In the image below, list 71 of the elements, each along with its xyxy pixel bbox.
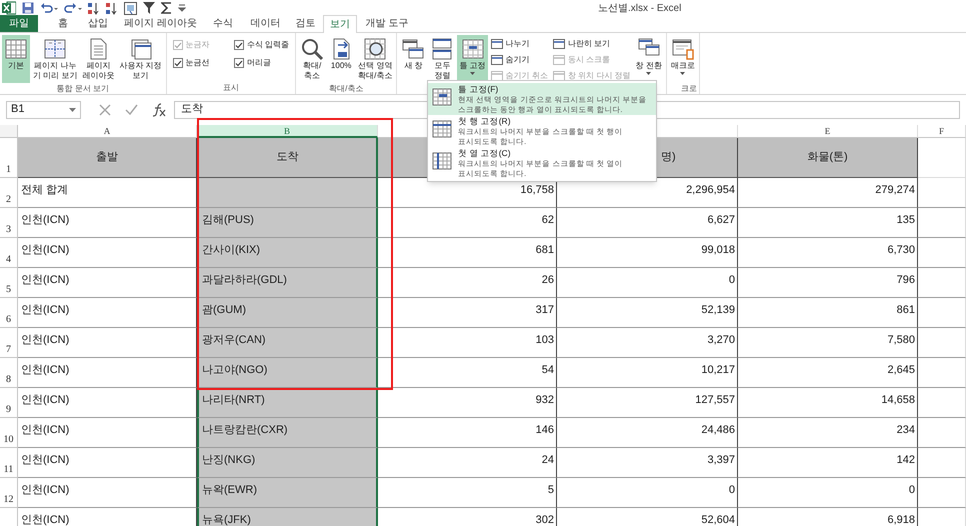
table-cell: 62 <box>378 208 557 238</box>
table-cell: 괌(GUM) <box>197 298 378 328</box>
header-cell: 출발 <box>18 138 197 178</box>
formula-text: 도착 <box>181 102 203 118</box>
table-cell: 나리타(NRT) <box>197 388 378 418</box>
table-cell: 861 <box>738 298 918 328</box>
table-cell: 24,486 <box>557 418 738 448</box>
table-cell: 103 <box>378 328 557 358</box>
table-cell: 2,645 <box>738 358 918 388</box>
table-cell: 김해(PUS) <box>197 208 378 238</box>
table-cell: 6,730 <box>738 238 918 268</box>
table-cell: 24 <box>378 448 557 478</box>
table-cell: 279,274 <box>738 178 918 208</box>
table-cell: 234 <box>738 418 918 448</box>
table-cell: 나트랑캄란(CXR) <box>197 418 378 448</box>
table-cell: 52,139 <box>557 298 738 328</box>
table-cell: 광저우(CAN) <box>197 328 378 358</box>
group-label: 크로 <box>680 84 697 93</box>
header-cell: 도착 <box>197 138 378 178</box>
table-cell: 0 <box>557 478 738 508</box>
table-cell: 인천(ICN) <box>18 358 197 388</box>
table-cell: 26 <box>378 268 557 298</box>
table-cell: 54 <box>378 358 557 388</box>
table-cell: 인천(ICN) <box>18 268 197 298</box>
table-cell: 인천(ICN) <box>18 238 197 268</box>
table-cell: 932 <box>378 388 557 418</box>
table-cell: 7,580 <box>738 328 918 358</box>
header-cell: 화물(톤) <box>738 138 918 178</box>
group-label: 확대/축소 <box>329 84 364 93</box>
table-cell: 뉴욕(JFK) <box>197 508 378 526</box>
table-cell: 10,217 <box>557 358 738 388</box>
table-cell: 인천(ICN) <box>18 418 197 448</box>
table-cell: 인천(ICN) <box>18 208 197 238</box>
table-cell: 2,296,954 <box>557 178 738 208</box>
menu-item-title: 첫 행 고정(R) <box>458 116 512 127</box>
table-cell: 인천(ICN) <box>18 478 197 508</box>
table-cell: 317 <box>378 298 557 328</box>
menu-item-title: 첫 열 고정(C) <box>458 148 512 159</box>
table-cell: 681 <box>378 238 557 268</box>
checkbox-label: 눈금선 <box>186 57 210 69</box>
checkbox-label: 눈금자 <box>186 39 210 51</box>
table-cell: 인천(ICN) <box>18 298 197 328</box>
table-cell: 인천(ICN) <box>18 388 197 418</box>
table-cell: 과달라하라(GDL) <box>197 268 378 298</box>
table-cell: 142 <box>738 448 918 478</box>
table-cell: 146 <box>378 418 557 448</box>
table-cell: 6,627 <box>557 208 738 238</box>
table-cell: 0 <box>557 268 738 298</box>
window-title: 노선별.xlsx - Excel <box>598 2 682 16</box>
table-cell: 나고야(NGO) <box>197 358 378 388</box>
table-cell: 3,397 <box>557 448 738 478</box>
group-label: 통합 문서 보기 <box>56 84 110 93</box>
table-cell: 5 <box>378 478 557 508</box>
menu-item-title: 틀 고정(F) <box>458 84 500 95</box>
table-cell: 127,557 <box>557 388 738 418</box>
table-cell: 0 <box>738 478 918 508</box>
table-cell: 간사이(KIX) <box>197 238 378 268</box>
checkbox-label: 머리글 <box>246 57 271 69</box>
table-cell: 난징(NKG) <box>197 448 378 478</box>
table-cell: 99,018 <box>557 238 738 268</box>
table-cell: 3,270 <box>557 328 738 358</box>
table-cell: 135 <box>738 208 918 238</box>
table-cell: 인천(ICN) <box>18 328 197 358</box>
table-cell: 전체 합계 <box>18 178 197 208</box>
table-cell: 뉴왁(EWR) <box>197 478 378 508</box>
checkbox-label: 수식 입력줄 <box>246 39 290 51</box>
table-cell: 14,658 <box>738 388 918 418</box>
table-cell: 인천(ICN) <box>18 448 197 478</box>
table-cell: 796 <box>738 268 918 298</box>
group-label: 표시 <box>222 83 239 92</box>
cell-reference: B1 <box>11 102 24 118</box>
